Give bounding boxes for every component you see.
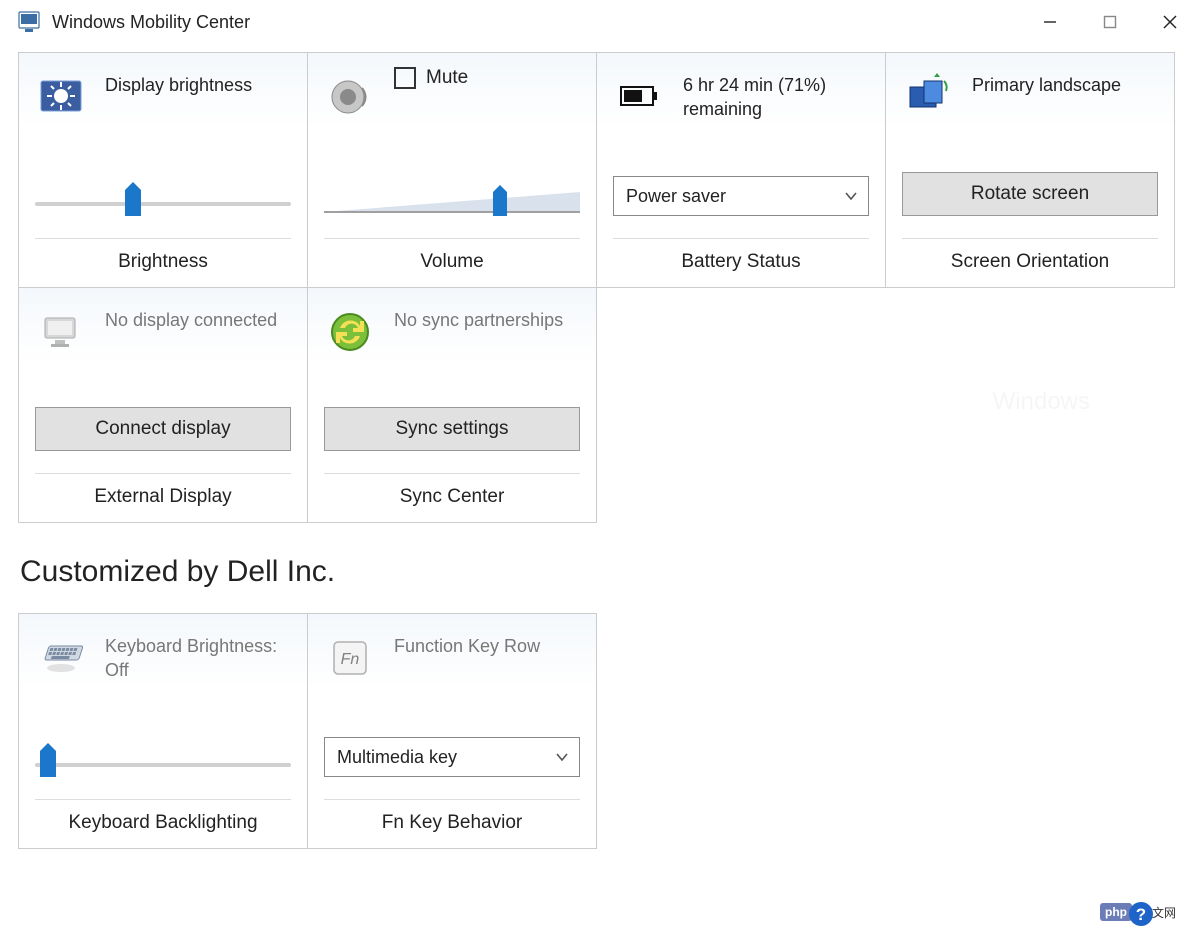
- chevron-down-icon: [844, 189, 858, 203]
- maximize-button[interactable]: [1080, 4, 1140, 40]
- connect-display-label: Connect display: [95, 418, 230, 440]
- external-display-footer: External Display: [35, 473, 291, 522]
- fn-key-footer: Fn Key Behavior: [324, 799, 580, 848]
- battery-footer: Battery Status: [613, 238, 869, 287]
- sync-label: No sync partnerships: [394, 302, 563, 332]
- customized-section-title: Customized by Dell Inc.: [20, 555, 1182, 589]
- fn-key-icon: Fn: [320, 628, 380, 688]
- sync-settings-button[interactable]: Sync settings: [324, 407, 580, 451]
- close-button[interactable]: [1140, 4, 1200, 40]
- power-plan-dropdown[interactable]: Power saver: [613, 176, 869, 216]
- window-controls: [1020, 4, 1200, 40]
- tile-sync: No sync partnerships Sync settings Sync …: [307, 287, 597, 523]
- tile-volume: Mute Volume: [307, 52, 597, 288]
- svg-text:Fn: Fn: [341, 651, 360, 668]
- orientation-footer: Screen Orientation: [902, 238, 1158, 287]
- help-icon: ?: [1128, 901, 1154, 927]
- watermark-text: Windows: [993, 388, 1090, 416]
- checkbox-box: [394, 67, 416, 89]
- rotate-screen-label: Rotate screen: [971, 183, 1089, 205]
- mute-checkbox[interactable]: Mute: [394, 67, 468, 89]
- fn-key-dropdown[interactable]: Multimedia key: [324, 737, 580, 777]
- fn-key-label: Function Key Row: [394, 628, 540, 658]
- svg-text:?: ?: [1136, 905, 1146, 924]
- brightness-icon: [31, 67, 91, 127]
- chevron-down-icon: [555, 750, 569, 764]
- fn-key-selected: Multimedia key: [337, 747, 457, 768]
- rotate-screen-button[interactable]: Rotate screen: [902, 172, 1158, 216]
- monitor-icon: [31, 302, 91, 362]
- tile-brightness: Display brightness Brightness: [18, 52, 308, 288]
- speaker-icon: [320, 67, 380, 127]
- sync-settings-label: Sync settings: [396, 418, 509, 440]
- orientation-icon: [898, 67, 958, 127]
- volume-slider[interactable]: [324, 190, 580, 216]
- app-icon: [18, 11, 40, 33]
- tile-battery: 6 hr 24 min (71%) remaining Power saver …: [596, 52, 886, 288]
- keyboard-backlight-label: Keyboard Brightness: Off: [105, 628, 289, 683]
- sync-footer: Sync Center: [324, 473, 580, 522]
- titlebar: Windows Mobility Center: [0, 0, 1200, 44]
- mute-label: Mute: [426, 67, 468, 89]
- keyboard-icon: [31, 628, 91, 688]
- minimize-button[interactable]: [1020, 4, 1080, 40]
- brightness-label: Display brightness: [105, 67, 252, 97]
- brightness-slider[interactable]: [35, 192, 291, 216]
- battery-status-text: 6 hr 24 min (71%) remaining: [683, 67, 867, 122]
- window-title: Windows Mobility Center: [52, 12, 1020, 33]
- tile-fn-key: Fn Function Key Row Multimedia key Fn Ke…: [307, 613, 597, 849]
- battery-icon: [609, 67, 669, 127]
- site-badge: php 中文网 ?: [1100, 903, 1176, 921]
- brightness-footer: Brightness: [35, 238, 291, 287]
- external-display-label: No display connected: [105, 302, 277, 332]
- connect-display-button[interactable]: Connect display: [35, 407, 291, 451]
- power-plan-selected: Power saver: [626, 186, 726, 207]
- keyboard-backlight-footer: Keyboard Backlighting: [35, 799, 291, 848]
- sync-icon: [320, 302, 380, 362]
- tile-keyboard-backlight: Keyboard Brightness: Off Keyboard Backli…: [18, 613, 308, 849]
- volume-footer: Volume: [324, 238, 580, 287]
- tile-external-display: No display connected Connect display Ext…: [18, 287, 308, 523]
- tile-orientation: Primary landscape Rotate screen Screen O…: [885, 52, 1175, 288]
- orientation-label: Primary landscape: [972, 67, 1121, 97]
- keyboard-brightness-slider[interactable]: [35, 753, 291, 777]
